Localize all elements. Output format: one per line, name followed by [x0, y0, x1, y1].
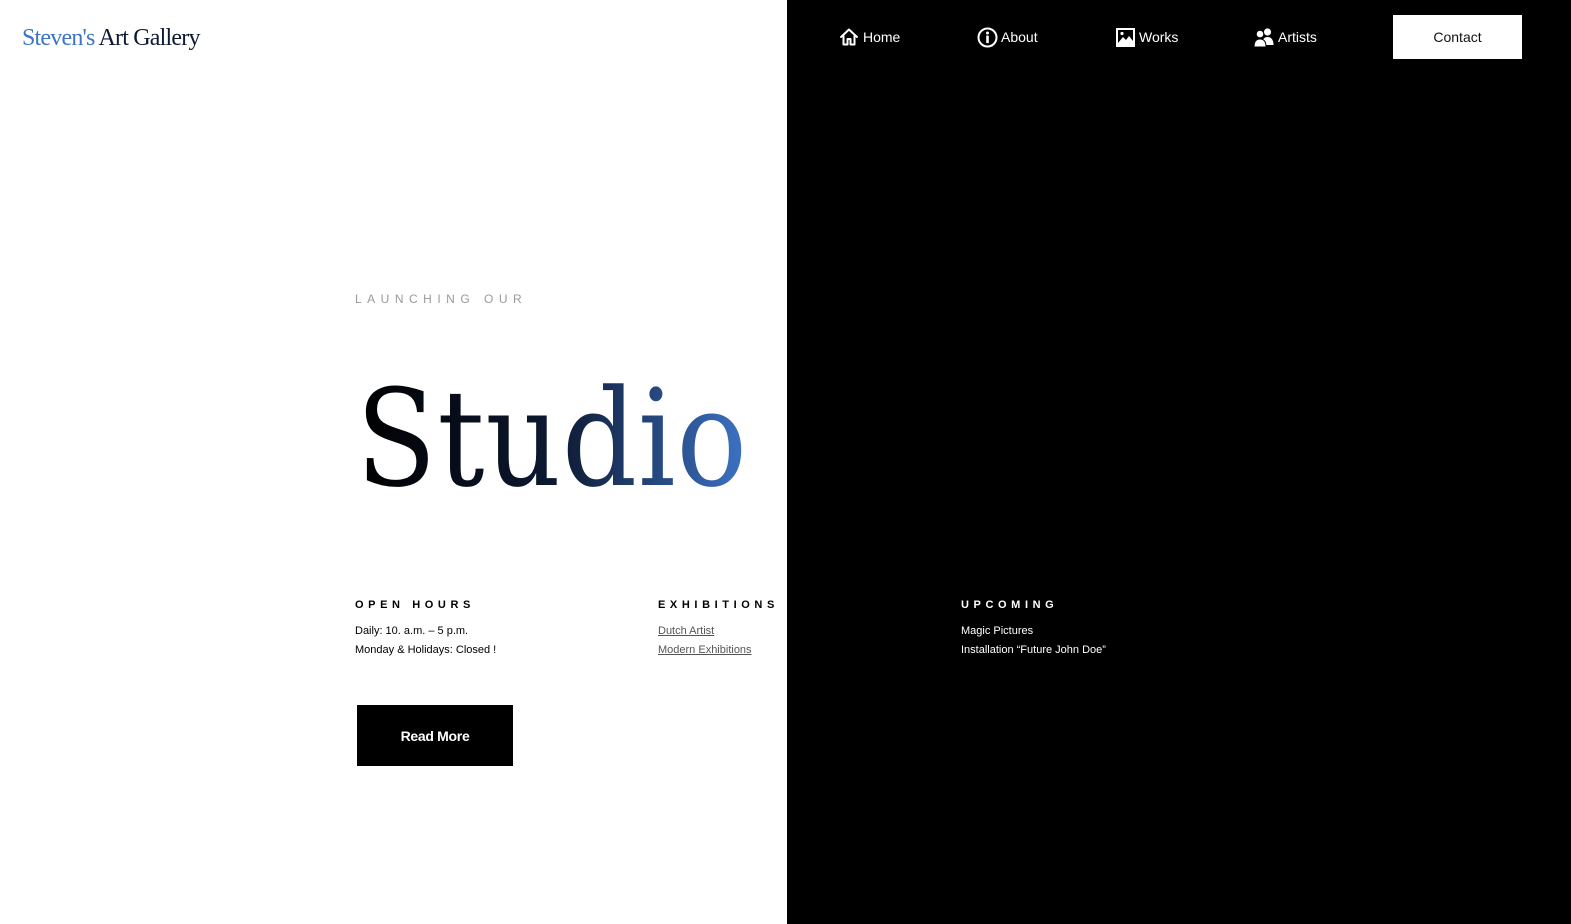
open-hours-line-1: Daily: 10. a.m. – 5 p.m. [355, 625, 469, 637]
site-logo[interactable]: Steven's Art Gallery [22, 23, 200, 53]
nav-artists-label: Artists [1278, 29, 1317, 45]
upcoming-line-2: Installation “Future John Doe” [961, 644, 1106, 656]
nav-home-label: Home [863, 29, 901, 45]
exhibition-link-dutch-artist[interactable]: Dutch Artist [658, 625, 714, 637]
nav-about[interactable]: About [976, 25, 1038, 49]
read-more-button[interactable]: Read More [357, 705, 513, 766]
logo-first-word: Steven's [22, 25, 95, 51]
home-icon [838, 26, 860, 48]
hero-title-svg: Studio [356, 361, 748, 517]
nav-home[interactable]: Home [838, 25, 900, 49]
contact-button[interactable]: Contact [1393, 15, 1522, 59]
upcoming-line-1: Magic Pictures [961, 625, 1034, 637]
nav-works-label: Works [1139, 29, 1179, 45]
open-hours-line-2: Monday & Holidays: Closed ! [355, 644, 497, 656]
nav-about-label: About [1001, 29, 1038, 45]
nav-artists[interactable]: Artists [1253, 25, 1317, 49]
info-icon [976, 26, 998, 48]
nav-works[interactable]: Works [1114, 25, 1178, 49]
hero-eyebrow: LAUNCHING OUR [355, 292, 528, 306]
upcoming-heading: UPCOMING [961, 599, 1059, 611]
logo-rest: Art Gallery [98, 25, 200, 51]
exhibitions-heading: EXHIBITIONS [658, 599, 779, 611]
exhibition-link-modern-exhibitions[interactable]: Modern Exhibitions [658, 644, 752, 656]
open-hours-heading: OPEN HOURS [355, 599, 475, 611]
image-icon [1114, 26, 1136, 48]
hero-title: Studio [356, 355, 776, 549]
hero-title-text: Studio [356, 361, 748, 515]
users-icon [1253, 26, 1275, 48]
dark-panel [787, 0, 1571, 924]
